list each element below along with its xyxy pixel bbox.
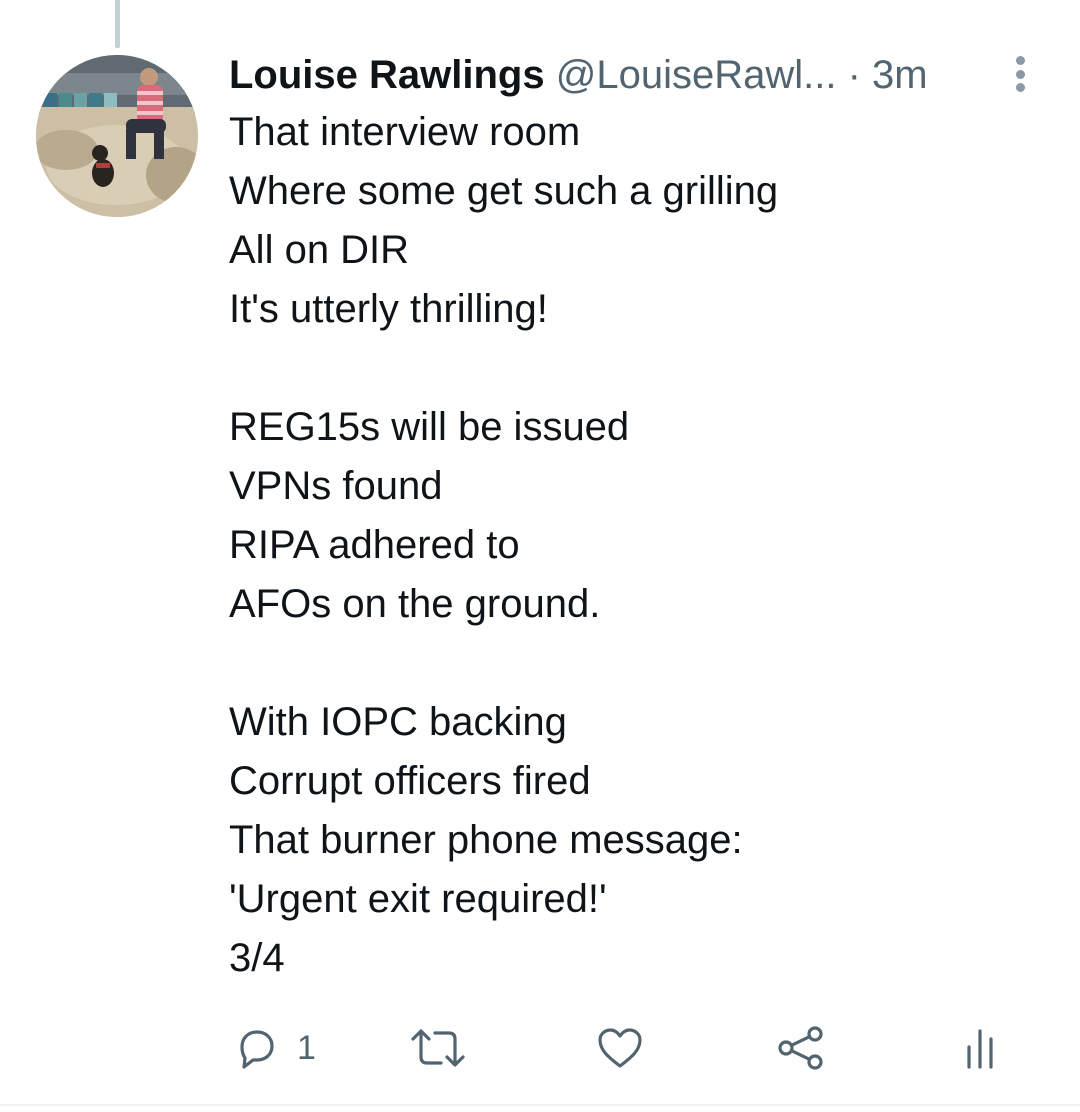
analytics-icon bbox=[967, 1029, 993, 1069]
reply-button[interactable]: 1 bbox=[233, 1018, 316, 1078]
reply-count: 1 bbox=[297, 1029, 316, 1067]
tweet-line: RIPA adhered to bbox=[229, 523, 520, 567]
heart-icon bbox=[598, 1028, 642, 1068]
share-icon bbox=[778, 1026, 823, 1070]
tweet-line: That burner phone message: bbox=[229, 818, 743, 862]
retweet-icon bbox=[411, 1029, 465, 1067]
tweet-line: Where some get such a grilling bbox=[229, 169, 779, 213]
tweet-timestamp[interactable]: 3m bbox=[872, 53, 928, 97]
thread-connector-line bbox=[115, 0, 120, 48]
tweet-actions-bar: 1 bbox=[229, 1018, 1019, 1078]
tweet-line: All on DIR bbox=[229, 228, 410, 272]
tweet-line: 'Urgent exit required!' bbox=[229, 877, 607, 921]
profile-photo-icon bbox=[36, 55, 198, 217]
avatar[interactable] bbox=[36, 55, 198, 217]
analytics-button[interactable] bbox=[963, 1018, 999, 1078]
header-separator: · bbox=[847, 53, 861, 97]
tweet-line: 3/4 bbox=[229, 936, 285, 980]
tweet-header: Louise Rawlings @LouiseRawl... · 3m bbox=[229, 52, 1029, 98]
more-options-icon[interactable] bbox=[1008, 54, 1032, 94]
tweet-line: With IOPC backing bbox=[229, 700, 567, 744]
tweet-line: REG15s will be issued bbox=[229, 405, 630, 449]
tweet-line: That interview room bbox=[229, 110, 581, 154]
like-button[interactable] bbox=[596, 1018, 644, 1078]
reply-icon bbox=[240, 1030, 274, 1069]
author-handle[interactable]: @LouiseRawl... bbox=[556, 53, 837, 97]
share-button[interactable] bbox=[776, 1018, 826, 1078]
tweet-line: It's utterly thrilling! bbox=[229, 287, 548, 331]
tweet-text: That interview room Where some get such … bbox=[229, 103, 1049, 988]
tweet-divider bbox=[0, 1104, 1080, 1106]
tweet-line: VPNs found bbox=[229, 464, 443, 508]
author-display-name[interactable]: Louise Rawlings bbox=[229, 53, 545, 97]
tweet-line: Corrupt officers fired bbox=[229, 759, 591, 803]
tweet-line: AFOs on the ground. bbox=[229, 582, 601, 626]
retweet-button[interactable] bbox=[409, 1018, 467, 1078]
